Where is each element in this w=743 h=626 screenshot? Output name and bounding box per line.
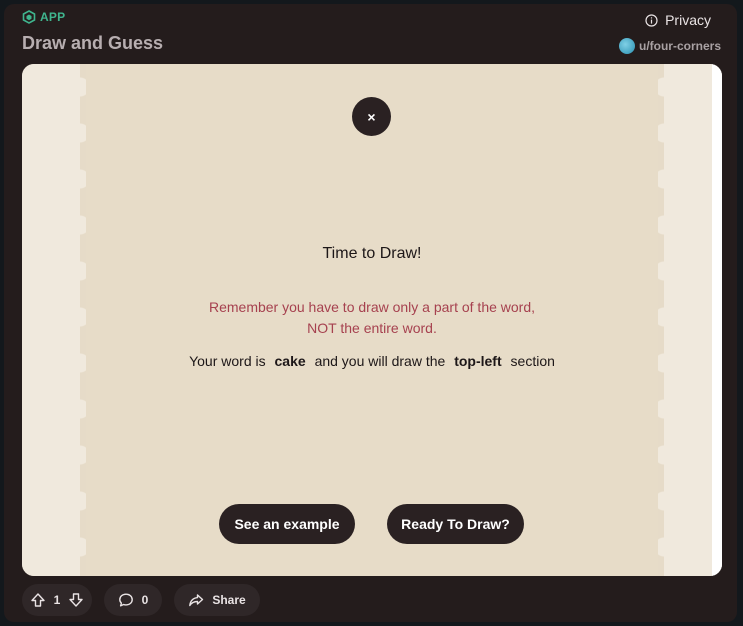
draw-card: × Time to Draw! Remember you have to dra… — [22, 64, 722, 576]
username: u/four-corners — [638, 39, 721, 53]
share-icon — [188, 592, 204, 608]
close-button[interactable]: × — [352, 97, 391, 136]
word-middle: and you will draw the — [314, 353, 446, 369]
page-title: Draw and Guess — [22, 33, 164, 53]
note-line-1: Remember you have to draw only a part of… — [208, 299, 536, 315]
assigned-word: cake — [274, 353, 306, 369]
downvote-icon[interactable] — [68, 592, 84, 608]
comment-button[interactable]: 0 — [104, 584, 162, 616]
info-icon — [645, 13, 658, 27]
comment-icon — [118, 592, 134, 608]
privacy-link[interactable]: Privacy — [645, 12, 711, 28]
app-cube-icon — [22, 10, 36, 24]
ready-to-draw-button[interactable]: Ready To Draw? — [387, 504, 524, 544]
app-tag: APP — [22, 10, 65, 24]
avatar — [618, 38, 635, 54]
upvote-icon[interactable] — [30, 592, 46, 608]
note-line-2: NOT the entire word. — [307, 320, 437, 336]
vote-group: 1 — [22, 584, 92, 616]
card-heading: Time to Draw! — [322, 245, 422, 262]
comment-count: 0 — [141, 593, 149, 607]
app-label: APP — [40, 10, 66, 24]
word-suffix: section — [510, 353, 555, 369]
share-button[interactable]: Share — [174, 584, 260, 616]
vote-count: 1 — [53, 593, 61, 607]
privacy-label: Privacy — [665, 12, 711, 28]
assigned-section: top-left — [454, 353, 502, 369]
share-label: Share — [212, 593, 246, 607]
user-link[interactable]: u/four-corners — [618, 38, 721, 54]
close-icon: × — [367, 108, 376, 125]
see-example-button[interactable]: See an example — [219, 504, 355, 544]
instruction-note: Remember you have to draw only a part of… — [22, 297, 722, 339]
post-actions: 1 0 Share — [22, 584, 260, 616]
word-assignment: Your word is cake and you will draw the … — [22, 353, 722, 369]
word-prefix: Your word is — [189, 353, 266, 369]
